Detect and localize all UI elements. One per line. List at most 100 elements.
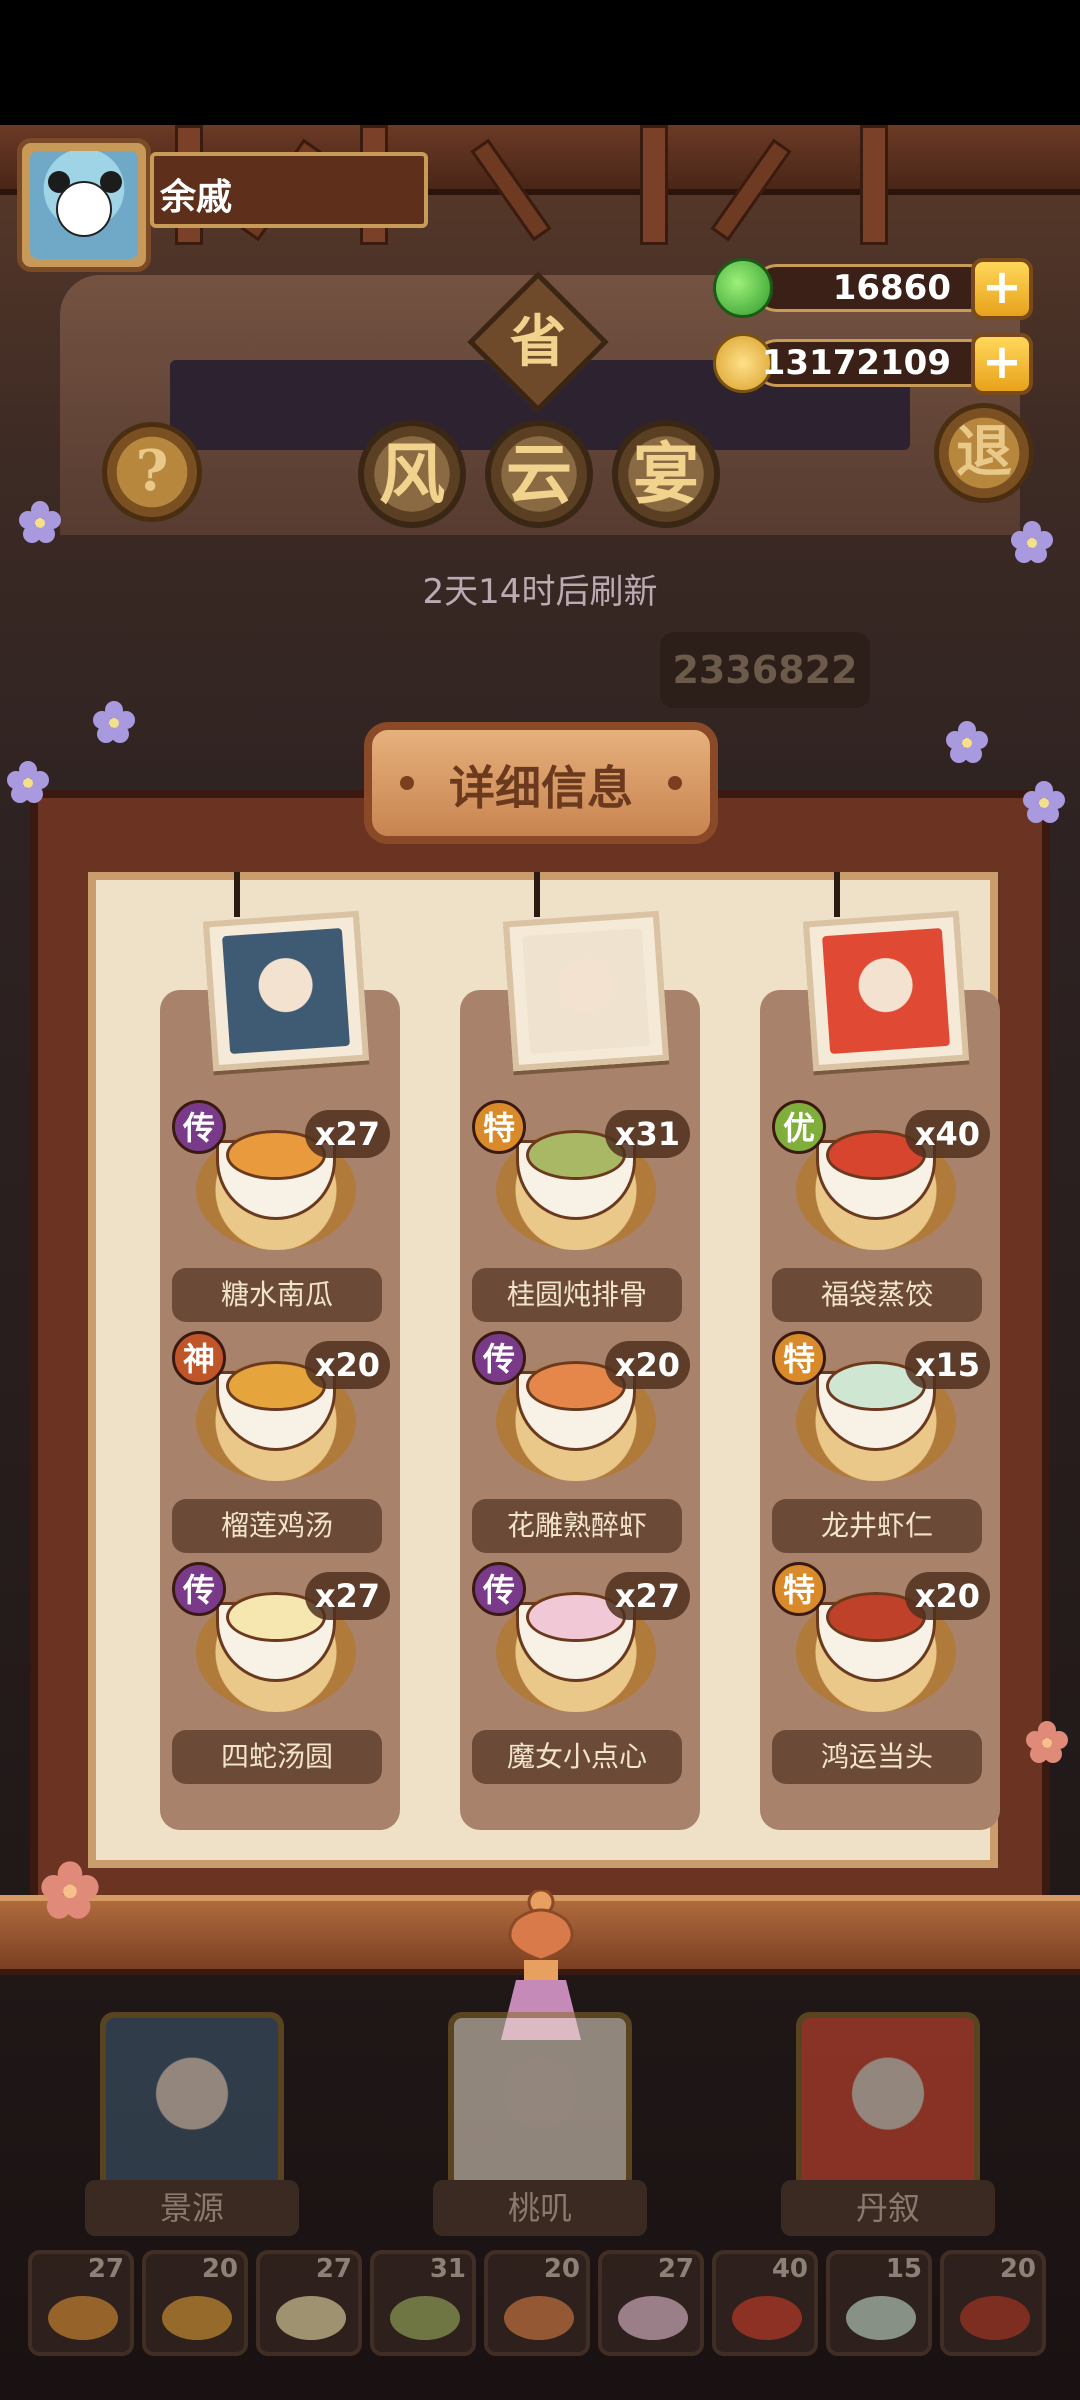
dish-card[interactable]: 传 x20 花雕熟醉虾 [472,1331,690,1553]
chef-portrait-frame[interactable] [202,910,370,1072]
dish-name: 鸿运当头 [772,1730,982,1784]
avatar-image [30,151,138,259]
thumbnail-food-image [618,2296,688,2340]
dish-thumbnail[interactable]: 27 [256,2250,362,2356]
jade-amount: 16860 [832,268,951,308]
chef-select-card[interactable] [796,2012,980,2192]
chef-name-label: 丹叙 [781,2180,995,2236]
exit-button[interactable]: 退 [934,403,1034,503]
help-button[interactable]: ? [102,422,202,522]
thumbnail-food-image [732,2296,802,2340]
thumbnail-food-image [48,2296,118,2340]
flower-decoration-icon [1011,521,1053,563]
dish-quantity: x27 [604,1572,690,1620]
flower-decoration-icon [41,1861,99,1919]
thumbnail-count: 20 [999,2254,1036,2284]
coin-amount: 13172109 [761,343,951,383]
flower-decoration-icon [7,761,49,803]
add-coins-button[interactable]: + [971,333,1033,395]
dish-quantity: x40 [904,1110,990,1158]
flower-decoration-icon [1026,1721,1068,1763]
chef-portrait-frame[interactable] [802,910,970,1072]
player-name-plate: 余戚 [150,152,428,228]
thumbnail-count: 27 [315,2254,352,2284]
dish-rank-badge: 传 [172,1100,226,1154]
dish-rank-badge: 传 [472,1562,526,1616]
ceiling-beam [640,125,668,245]
chef-portrait-frame[interactable] [502,910,670,1072]
portrait-string [234,872,240,917]
dish-thumbnail[interactable]: 20 [142,2250,248,2356]
dish-rank-badge: 特 [772,1562,826,1616]
dish-name: 龙井虾仁 [772,1499,982,1553]
thumbnail-count: 20 [201,2254,238,2284]
event-title-char: 风 [358,420,466,528]
chef-portrait [822,927,950,1055]
thumbnail-count: 40 [771,2254,808,2284]
thumbnail-count: 27 [87,2254,124,2284]
thumbnail-count: 27 [657,2254,694,2284]
dish-thumbnail[interactable]: 27 [598,2250,704,2356]
detail-title: 详细信息 [449,761,633,815]
dish-name: 花雕熟醉虾 [472,1499,682,1553]
dish-thumbnail[interactable]: 15 [826,2250,932,2356]
panda-face [56,181,112,237]
player-avatar[interactable] [17,138,151,272]
dish-thumbnail[interactable]: 31 [370,2250,476,2356]
thumbnail-food-image [390,2296,460,2340]
jade-currency: 16860 + [713,258,1033,320]
dish-rank-badge: 传 [472,1331,526,1385]
dish-rank-badge: 传 [172,1562,226,1616]
chef-portrait [222,927,350,1055]
dish-card[interactable]: 传 x27 魔女小点心 [472,1562,690,1784]
dish-card[interactable]: 神 x20 榴莲鸡汤 [172,1331,390,1553]
portrait-string [834,872,840,917]
thumbnail-food-image [504,2296,574,2340]
dish-name: 福袋蒸饺 [772,1268,982,1322]
event-title-char: 云 [485,420,593,528]
dish-name: 糖水南瓜 [172,1268,382,1322]
thumbnail-count: 31 [429,2254,466,2284]
dish-card[interactable]: 特 x31 桂圆炖排骨 [472,1100,690,1322]
dish-card[interactable]: 特 x20 鸿运当头 [772,1562,990,1784]
thumbnail-count: 20 [543,2254,580,2284]
jade-icon [713,258,773,318]
thumbnail-food-image [276,2296,346,2340]
dish-quantity: x31 [604,1110,690,1158]
thumbnail-food-image [162,2296,232,2340]
chef-portrait [522,927,650,1055]
dish-quantity: x27 [304,1572,390,1620]
dish-thumbnail[interactable]: 20 [484,2250,590,2356]
dish-name: 桂圆炖排骨 [472,1268,682,1322]
thumbnail-count: 15 [885,2254,922,2284]
dish-card[interactable]: 优 x40 福袋蒸饺 [772,1100,990,1322]
flower-decoration-icon [946,721,988,763]
flower-decoration-icon [19,501,61,543]
dish-rank-badge: 神 [172,1331,226,1385]
detail-title-plaque: 详细信息 [364,722,718,844]
dish-thumbnail[interactable]: 40 [712,2250,818,2356]
thumbnail-food-image [846,2296,916,2340]
status-bar-area [0,0,1080,125]
dish-card[interactable]: 传 x27 四蛇汤圆 [172,1562,390,1784]
ceiling-beam [860,125,888,245]
chef-select-card[interactable] [100,2012,284,2192]
province-badge: 省 [510,309,566,375]
flower-decoration-icon [1023,781,1065,823]
dish-card[interactable]: 特 x15 龙井虾仁 [772,1331,990,1553]
dish-quantity: x20 [604,1341,690,1389]
thumbnail-food-image [960,2296,1030,2340]
chef-name-label: 桃叽 [433,2180,647,2236]
player-name: 余戚 [160,177,233,218]
dish-thumbnail[interactable]: 27 [28,2250,134,2356]
chef-select-card[interactable] [448,2012,632,2192]
dish-rank-badge: 特 [772,1331,826,1385]
portrait-string [534,872,540,917]
dish-name: 榴莲鸡汤 [172,1499,382,1553]
flower-decoration-icon [93,701,135,743]
dish-quantity: x20 [304,1341,390,1389]
coin-currency: 13172109 + [713,333,1033,395]
add-jade-button[interactable]: + [971,258,1033,320]
dish-thumbnail[interactable]: 20 [940,2250,1046,2356]
dish-card[interactable]: 传 x27 糖水南瓜 [172,1100,390,1322]
